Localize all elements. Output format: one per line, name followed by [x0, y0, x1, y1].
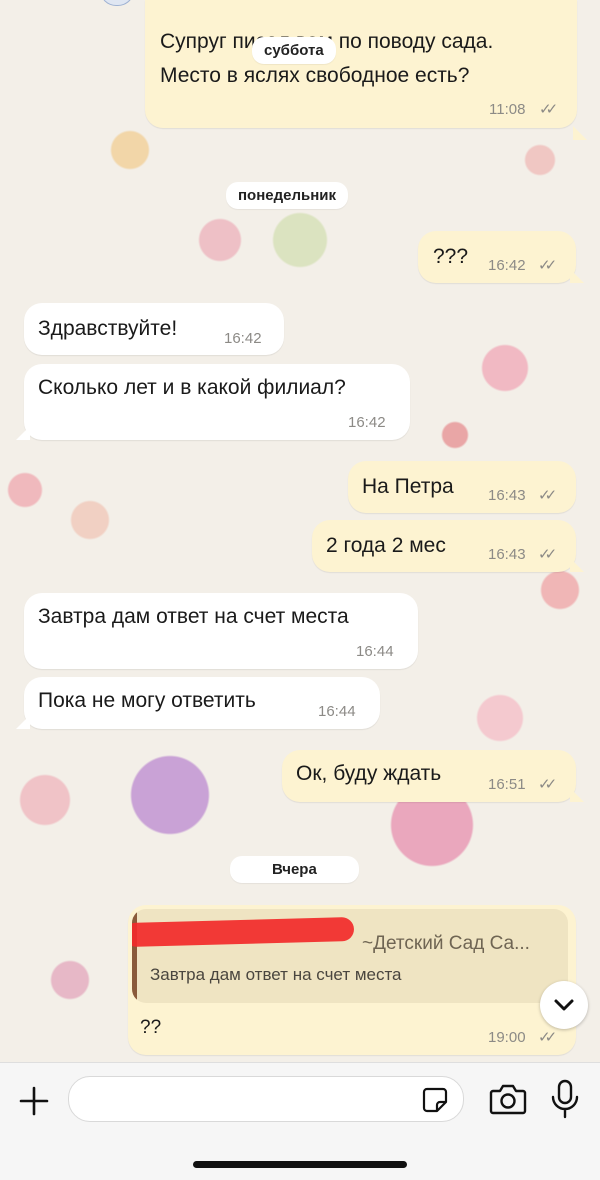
- message-text: Здравствуйте!: [38, 317, 178, 340]
- message-time: 16:51: [488, 776, 526, 793]
- message-bubble-outgoing[interactable]: Супруг писал вам по поводу сада. Место в…: [145, 0, 577, 128]
- message-bubble-incoming[interactable]: Пока не могу ответить 16:44: [24, 677, 380, 729]
- bubble-tail: [573, 112, 587, 140]
- message-text: Пока не могу ответить: [38, 689, 256, 712]
- message-text: 2 года 2 мес: [326, 534, 446, 557]
- message-text: ??: [140, 1017, 162, 1038]
- message-bubble-outgoing[interactable]: ~Детский Сад Са... Завтра дам ответ на с…: [128, 905, 576, 1055]
- sticker-icon: [422, 1087, 448, 1113]
- attach-button[interactable]: [16, 1083, 52, 1119]
- microphone-icon: [551, 1079, 579, 1119]
- message-text: ???: [433, 245, 469, 268]
- read-receipt-icon: ✓✓: [538, 487, 557, 504]
- chevron-down-icon: [554, 999, 574, 1011]
- message-time: 19:00: [488, 1029, 526, 1046]
- home-indicator: [193, 1161, 407, 1168]
- reply-sender: ~Детский Сад Са...: [362, 933, 530, 954]
- chat-area[interactable]: Супруг писал вам по поводу сада. Место в…: [0, 0, 600, 1062]
- message-time: 16:42: [224, 330, 262, 347]
- message-bubble-outgoing[interactable]: На Петра 16:43 ✓✓: [348, 461, 576, 513]
- read-receipt-icon: ✓✓: [538, 546, 557, 563]
- plus-icon: [19, 1086, 49, 1116]
- message-time: 11:08: [489, 101, 526, 118]
- message-bubble-outgoing[interactable]: 2 года 2 мес 16:43 ✓✓: [312, 520, 576, 572]
- message-input[interactable]: [68, 1076, 464, 1122]
- message-text: Сколько лет и в какой филиал?: [38, 376, 346, 399]
- message-input-field[interactable]: [83, 1085, 407, 1113]
- bubble-tail: [570, 558, 584, 572]
- message-bubble-outgoing[interactable]: ??? 16:42 ✓✓: [418, 231, 576, 283]
- message-time: 16:44: [318, 703, 356, 720]
- bubble-tail: [570, 269, 584, 283]
- message-bubble-outgoing[interactable]: Ок, буду ждать 16:51 ✓✓: [282, 750, 576, 802]
- bubble-tail: [570, 788, 584, 802]
- read-receipt-icon: ✓✓: [538, 257, 557, 274]
- voice-message-button[interactable]: [548, 1077, 582, 1121]
- message-bubble-incoming[interactable]: Сколько лет и в какой филиал? 16:42: [24, 364, 410, 440]
- bubble-tail: [16, 715, 30, 729]
- bubble-tail: [16, 426, 30, 440]
- message-text: Ок, буду ждать: [296, 762, 442, 785]
- read-receipt-icon: ✓✓: [539, 101, 558, 118]
- reply-text: Завтра дам ответ на счет места: [150, 965, 402, 984]
- reply-quote[interactable]: ~Детский Сад Са... Завтра дам ответ на с…: [132, 909, 568, 1003]
- sticker-button[interactable]: [421, 1086, 449, 1114]
- read-receipt-icon: ✓✓: [538, 776, 557, 793]
- camera-button[interactable]: [488, 1081, 528, 1117]
- camera-icon: [489, 1084, 527, 1115]
- message-text: На Петра: [362, 475, 454, 498]
- message-text: Завтра дам ответ на счет места: [38, 605, 349, 628]
- composer-bar: [0, 1062, 600, 1180]
- message-bubble-incoming[interactable]: Здравствуйте! 16:42: [24, 303, 284, 355]
- message-time: 16:43: [488, 487, 526, 504]
- day-separator: понедельник: [226, 182, 349, 209]
- scroll-down-button[interactable]: [540, 981, 588, 1029]
- avatar: [100, 0, 134, 6]
- read-receipt-icon: ✓✓: [538, 1029, 557, 1046]
- message-time: 16:42: [488, 257, 526, 274]
- message-bubble-incoming[interactable]: Завтра дам ответ на счет места 16:44: [24, 593, 418, 669]
- message-time: 16:44: [356, 643, 394, 660]
- day-separator: Вчера: [230, 856, 359, 883]
- day-separator: суббота: [252, 37, 336, 64]
- message-time: 16:43: [488, 546, 526, 563]
- redacted-sender-name: [132, 916, 355, 948]
- message-text: Место в яслях свободное есть?: [160, 64, 470, 87]
- message-time: 16:42: [348, 414, 386, 431]
